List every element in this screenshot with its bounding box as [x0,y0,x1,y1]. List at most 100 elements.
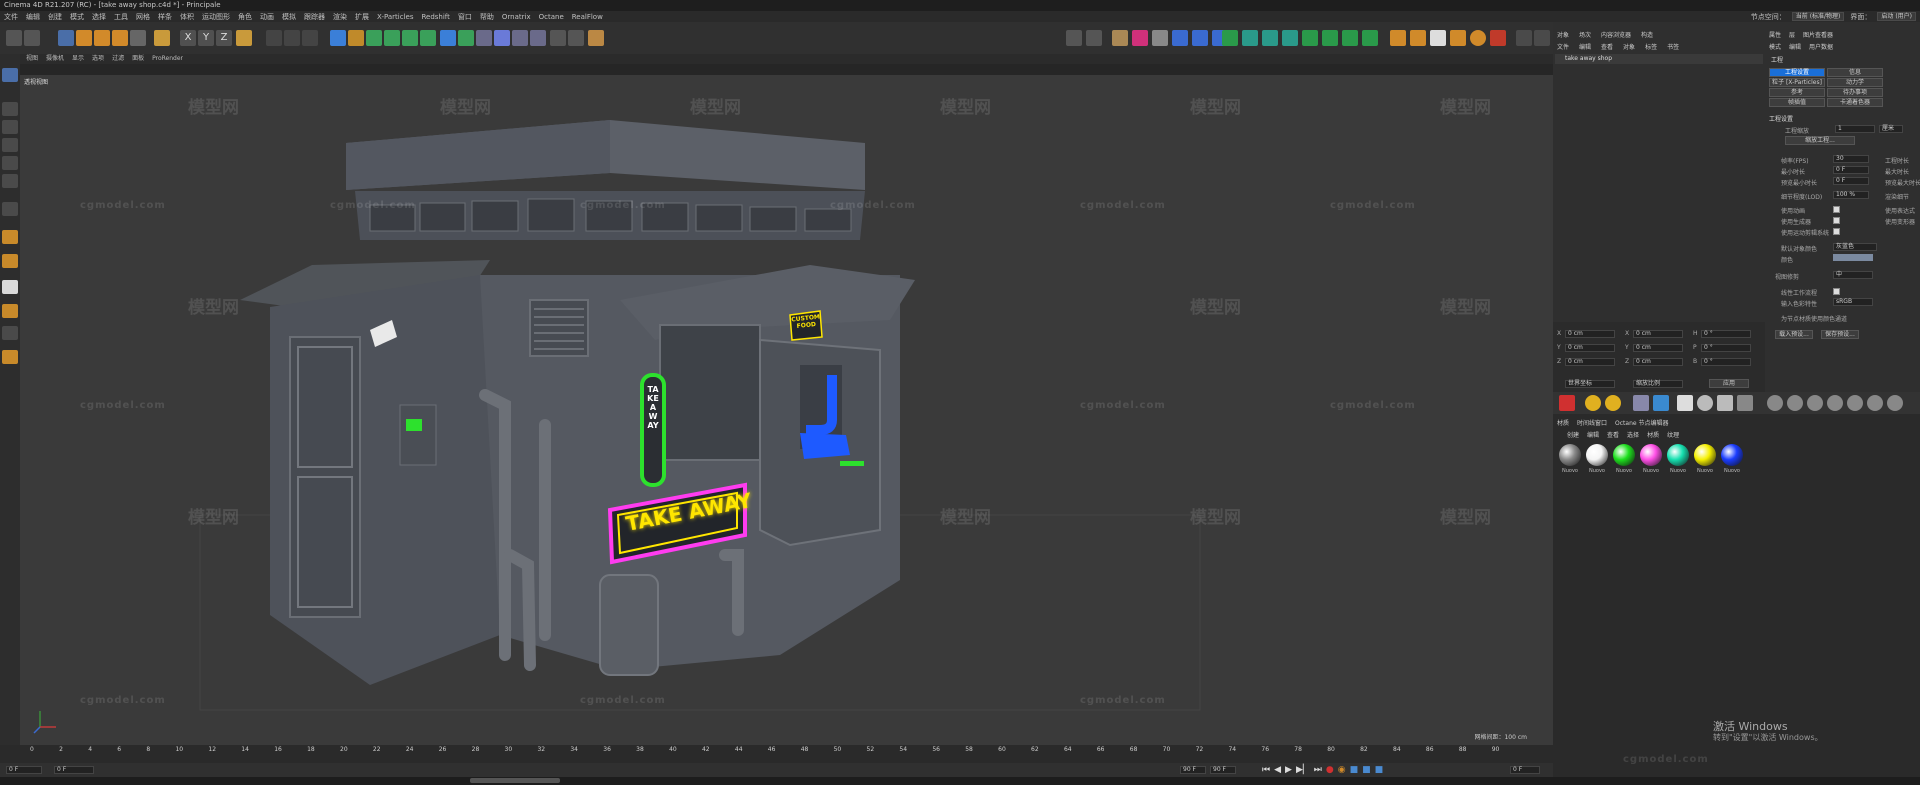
half-sphere-icon[interactable] [1633,395,1649,411]
tab-takes[interactable]: 场次 [1579,30,1591,39]
solo-icon[interactable] [2,350,18,364]
car-icon[interactable] [1066,30,1082,46]
undo-icon[interactable] [6,30,22,46]
use-generators-checkbox[interactable] [1833,217,1840,224]
sphere-icon[interactable] [1152,30,1168,46]
coord-value-field[interactable]: 0 cm [1565,330,1615,338]
octane-k-icon[interactable] [1132,30,1148,46]
subtab-reference[interactable]: 参考 [1769,88,1825,97]
perspective-viewport[interactable]: 透视视图 TAKE AWAY CUSTOM FOOD TAKE AWAY 模型网… [20,75,1553,745]
material-ball[interactable] [1694,444,1716,466]
am-menu-mode[interactable]: 模式 [1769,42,1781,51]
menu-simulate[interactable]: 模拟 [282,12,296,22]
move-icon[interactable] [76,30,92,46]
menu-mode[interactable]: 模式 [70,12,84,22]
subtab-cartoon[interactable]: 卡通着色器 [1827,98,1883,107]
coord-value-field[interactable]: 0 cm [1633,358,1683,366]
emission-icon[interactable] [1737,395,1753,411]
live-select-icon[interactable] [58,30,74,46]
menu-help[interactable]: 帮助 [480,12,494,22]
menu-select[interactable]: 选择 [92,12,106,22]
deformer-icon[interactable] [402,30,418,46]
coord-value-field[interactable]: 0 cm [1565,358,1615,366]
vp-menu-view[interactable]: 视图 [26,54,38,64]
render-picture-viewer-icon[interactable] [284,30,300,46]
sun-icon[interactable] [1585,395,1601,411]
tab-picture-viewer[interactable]: 图片查看器 [1803,30,1833,39]
material-ball[interactable] [1559,444,1581,466]
menu-octane[interactable]: Octane [539,13,564,21]
start-frame-field[interactable]: 0 F [54,766,94,774]
input-color-dropdown[interactable]: sRGB [1833,298,1873,306]
next-key-icon[interactable]: ▶▏ [1296,765,1310,775]
menu-realflow[interactable]: RealFlow [572,13,603,21]
coord-value-field[interactable]: 0 ° [1701,358,1751,366]
x-axis-icon[interactable]: X [180,30,196,46]
xp-system-icon[interactable] [1390,30,1406,46]
paint-icon[interactable] [2,326,18,340]
default-color-dropdown[interactable]: 灰蓝色 [1833,243,1877,251]
go-end-icon[interactable]: ⏭ [1314,765,1322,775]
project-scale-unit[interactable]: 厘米 [1879,125,1903,133]
tab-objects[interactable]: 对象 [1557,30,1569,39]
xp-trail-icon[interactable] [1430,30,1446,46]
field-icon[interactable] [420,30,436,46]
keyframe-pos-icon[interactable]: ■ [1350,765,1359,775]
metal-ball-icon[interactable] [1887,395,1903,411]
connect-icon[interactable] [1362,30,1378,46]
truck-icon[interactable] [1086,30,1102,46]
menu-spline[interactable]: 样条 [158,12,172,22]
subtab-xparticles[interactable]: 粒子 [X-Particles] [1769,78,1825,87]
light-icon[interactable] [512,30,528,46]
cloner-icon[interactable] [384,30,400,46]
am-menu-userdata[interactable]: 用户数据 [1809,42,1833,51]
size-mode-dropdown[interactable]: 缩放比例 [1633,380,1683,388]
sweep-icon[interactable] [1262,30,1278,46]
add-tool-icon[interactable] [154,30,170,46]
tab-materials[interactable]: 材质 [1557,418,1569,427]
y-axis-icon[interactable]: Y [198,30,214,46]
xp-question-icon[interactable] [1490,30,1506,46]
load-preset-button[interactable]: 载入预设... [1775,330,1813,339]
use-animation-checkbox[interactable] [1833,206,1840,213]
object-row[interactable]: take away shop [1555,54,1763,64]
coord-value-field[interactable]: 0 cm [1633,330,1683,338]
use-motion-checkbox[interactable] [1833,228,1840,235]
menu-file[interactable]: 文件 [4,12,18,22]
coord-value-field[interactable]: 0 ° [1701,330,1751,338]
grid-icon[interactable] [1222,30,1238,46]
scale-icon[interactable] [94,30,110,46]
subtab-todo[interactable]: 待办事项 [1827,88,1883,97]
fps-field[interactable]: 30 [1833,155,1869,163]
xp-emitter-icon[interactable] [588,30,604,46]
vp-menu-display[interactable]: 显示 [72,54,84,64]
mm-menu-select[interactable]: 选择 [1627,430,1639,439]
environment-icon[interactable] [568,30,584,46]
subtab-dynamics[interactable]: 动力学 [1827,78,1883,87]
menu-render[interactable]: 渲染 [333,12,347,22]
edges-mode-icon[interactable] [2,156,18,170]
timeline-ruler[interactable]: 0 2 4 6 8 10 12 14 16 18 20 22 24 26 28 30 32 34 36 38 40 42 4… [0,745,1553,763]
tab-octane-node-editor[interactable]: Octane 节点编辑器 [1615,418,1668,427]
octane-material-icon[interactable] [1172,30,1188,46]
texture-mode-icon[interactable] [2,102,18,116]
coord-value-field[interactable]: 0 cm [1633,344,1683,352]
min-time-field[interactable]: 0 F [1833,166,1869,174]
linear-workflow-checkbox[interactable] [1833,288,1840,295]
vp-menu-filter[interactable]: 过滤 [112,54,124,64]
toon-ball-icon[interactable] [1867,395,1883,411]
tab-attributes[interactable]: 属性 [1769,30,1781,39]
menu-mograph[interactable]: 运动图形 [202,12,230,22]
view-clip-dropdown[interactable]: 中 [1833,271,1873,279]
menu-character[interactable]: 角色 [238,12,252,22]
camera-icon[interactable] [494,30,510,46]
tab-timeline[interactable]: 时间线窗口 [1577,418,1607,427]
mm-menu-view[interactable]: 查看 [1607,430,1619,439]
prev-key-icon[interactable]: ◀ [1274,765,1281,775]
am-menu-edit[interactable]: 编辑 [1789,42,1801,51]
subtab-project-settings[interactable]: 工程设置 [1769,68,1825,77]
z-axis-icon[interactable]: Z [216,30,232,46]
om-menu-objects[interactable]: 对象 [1623,42,1635,51]
scale-project-button[interactable]: 缩放工程... [1785,136,1855,145]
coord-value-field[interactable]: 0 ° [1701,344,1751,352]
